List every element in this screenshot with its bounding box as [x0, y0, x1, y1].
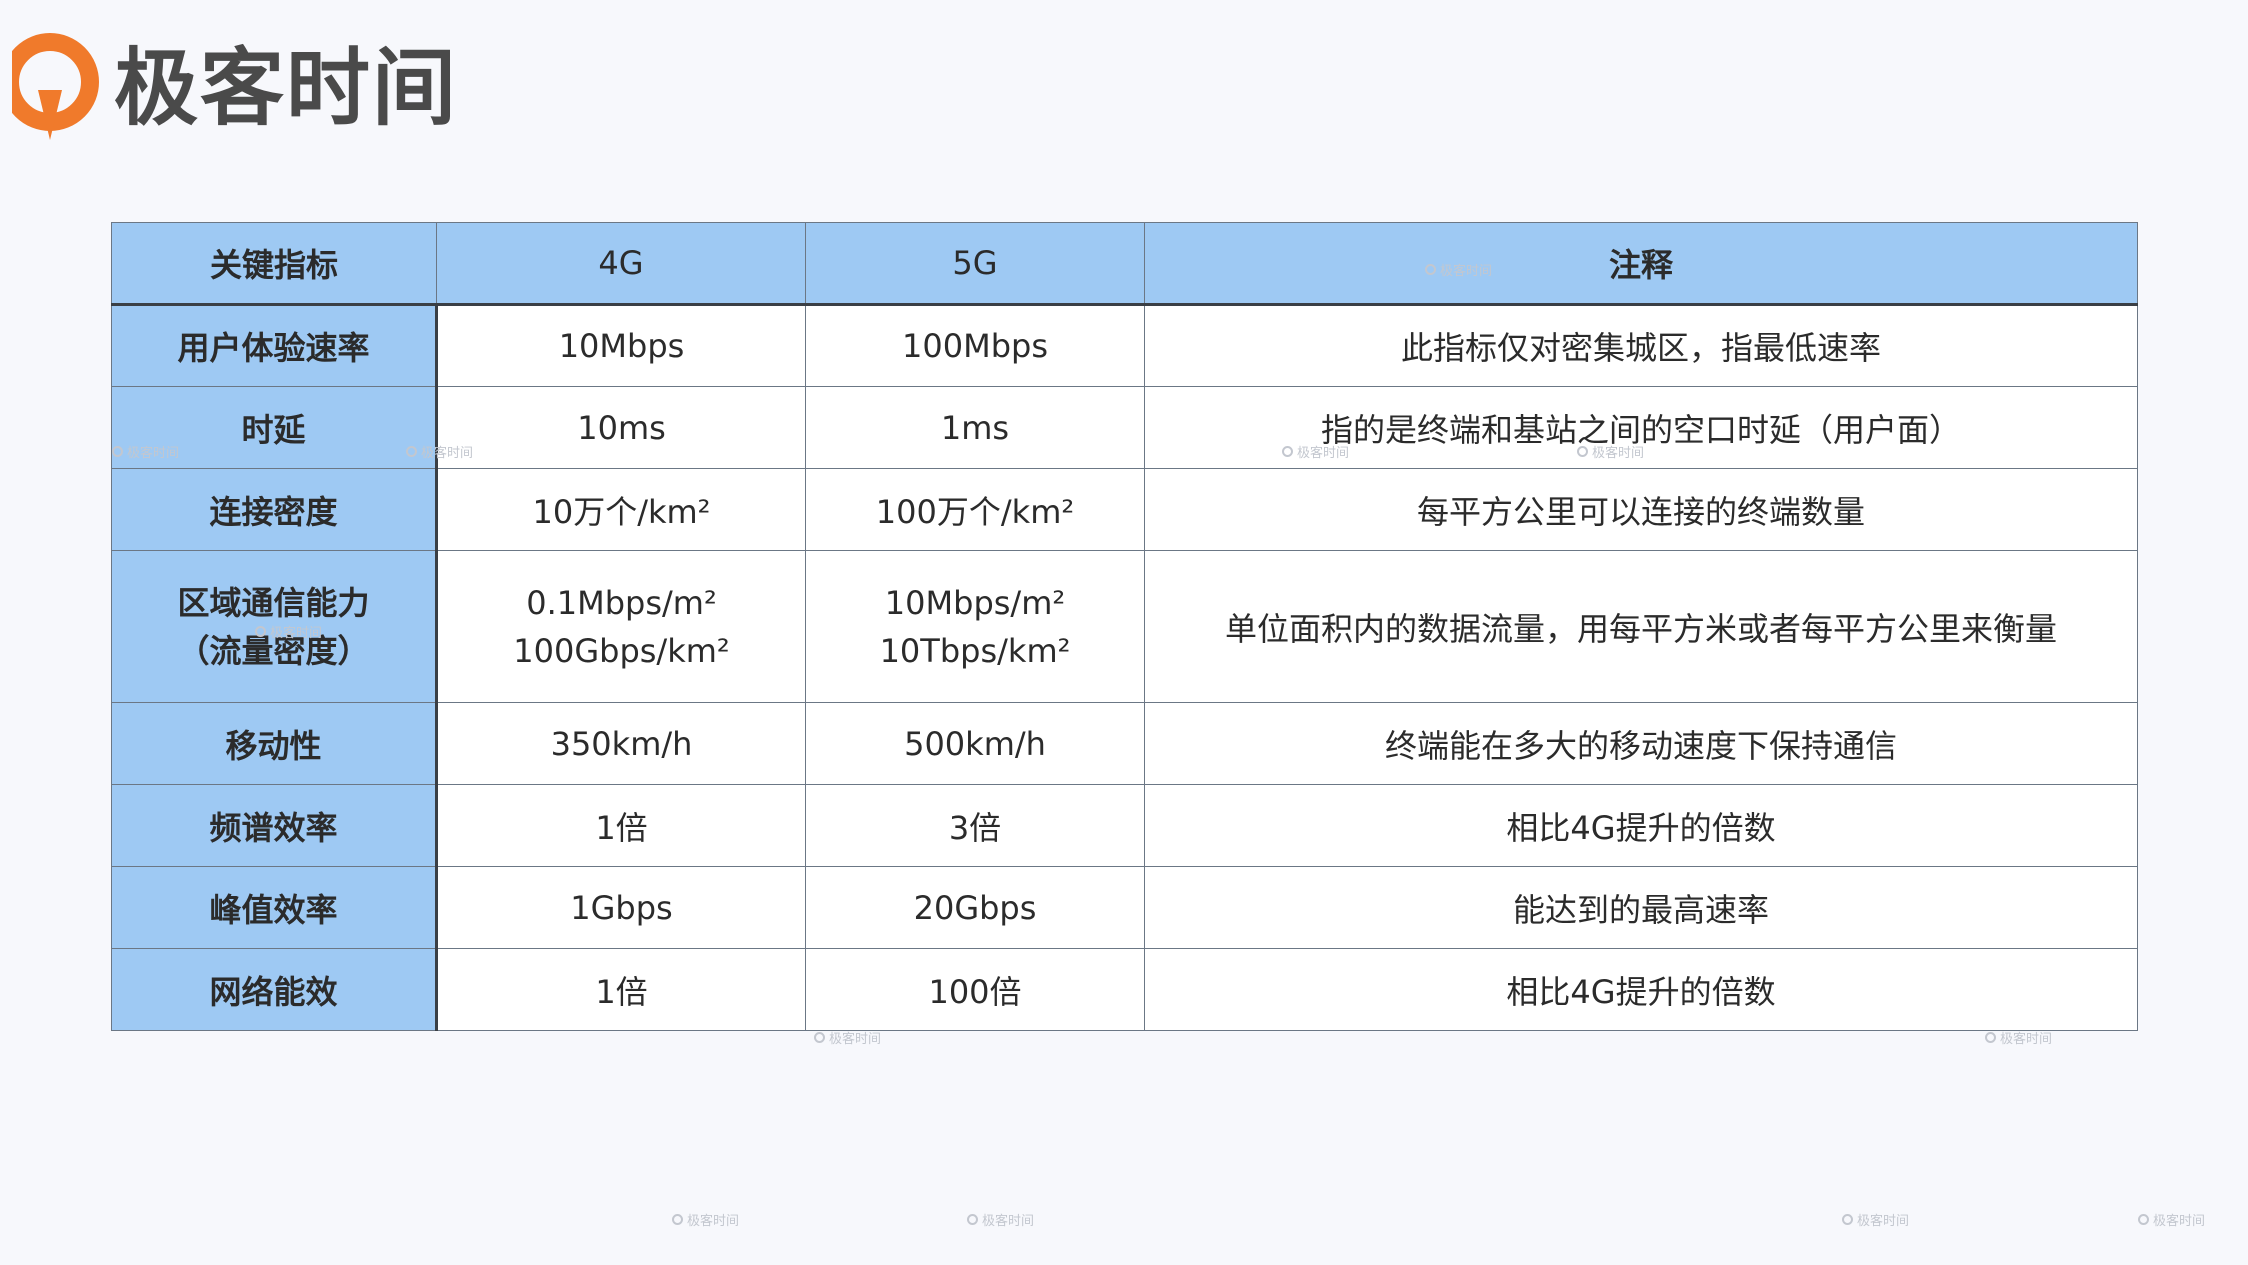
watermark: 极客时间 — [2138, 1210, 2205, 1229]
value-4g-cell: 0.1Mbps/m² 100Gbps/km² — [436, 550, 806, 703]
metric-line: （流量密度） — [177, 631, 370, 670]
metric-cell: 频谱效率 — [111, 784, 438, 867]
header-4g: 4G — [436, 222, 806, 306]
metric-cell: 移动性 — [111, 702, 438, 785]
value-5g-cell: 10Mbps/m² 10Tbps/km² — [805, 550, 1145, 703]
metric-cell: 网络能效 — [111, 948, 438, 1031]
brand-logo: 极客时间 — [0, 30, 458, 145]
watermark-icon — [1842, 1214, 1853, 1225]
geektime-logo-icon — [0, 30, 99, 145]
value-4g-cell: 1倍 — [436, 948, 806, 1031]
table-row: 频谱效率 1倍 3倍 相比4G提升的倍数 — [111, 784, 2138, 867]
table-row: 移动性 350km/h 500km/h 终端能在多大的移动速度下保持通信 — [111, 702, 2138, 785]
header-metric: 关键指标 — [111, 222, 437, 306]
metric-cell: 时延 — [111, 386, 438, 469]
note-cell: 相比4G提升的倍数 — [1144, 948, 2138, 1031]
value-5g-cell: 100万个/km² — [805, 468, 1145, 551]
watermark-icon — [1985, 1032, 1996, 1043]
table-row: 用户体验速率 10Mbps 100Mbps 此指标仅对密集城区，指最低速率 — [111, 304, 2138, 387]
watermark-icon — [672, 1214, 683, 1225]
metric-line: 区域通信能力 — [177, 583, 370, 622]
watermark: 极客时间 — [967, 1210, 1034, 1229]
table-row: 峰值效率 1Gbps 20Gbps 能达到的最高速率 — [111, 866, 2138, 949]
table-row: 区域通信能力 （流量密度） 0.1Mbps/m² 100Gbps/km² 10M… — [111, 550, 2138, 703]
metric-cell: 用户体验速率 — [111, 304, 438, 387]
metric-cell: 峰值效率 — [111, 866, 438, 949]
value-5g-cell: 500km/h — [805, 702, 1145, 785]
value-line: 10Mbps/m² — [884, 583, 1066, 622]
watermark: 极客时间 — [672, 1210, 739, 1229]
table-row: 网络能效 1倍 100倍 相比4G提升的倍数 — [111, 948, 2138, 1031]
note-cell: 能达到的最高速率 — [1144, 866, 2138, 949]
value-4g-cell: 10Mbps — [436, 304, 806, 387]
brand-name: 极客时间 — [114, 38, 459, 137]
watermark-icon — [967, 1214, 978, 1225]
value-4g-cell: 1Gbps — [436, 866, 806, 949]
value-4g-cell: 10万个/km² — [436, 468, 806, 551]
comparison-table: 关键指标 4G 5G 注释 用户体验速率 10Mbps 100Mbps 此指标仅… — [111, 222, 2138, 1031]
metric-cell: 连接密度 — [111, 468, 438, 551]
note-cell: 指的是终端和基站之间的空口时延（用户面） — [1144, 386, 2138, 469]
watermark-icon — [2138, 1214, 2149, 1225]
value-4g-cell: 1倍 — [436, 784, 806, 867]
value-5g-cell: 3倍 — [805, 784, 1145, 867]
value-5g-cell: 100倍 — [805, 948, 1145, 1031]
table-row: 连接密度 10万个/km² 100万个/km² 每平方公里可以连接的终端数量 — [111, 468, 2138, 551]
value-5g-cell: 1ms — [805, 386, 1145, 469]
table-header-row: 关键指标 4G 5G 注释 — [111, 222, 2138, 306]
value-line: 10Tbps/km² — [879, 631, 1071, 670]
watermark-icon — [814, 1032, 825, 1043]
note-cell: 相比4G提升的倍数 — [1144, 784, 2138, 867]
value-4g-cell: 10ms — [436, 386, 806, 469]
value-4g-cell: 350km/h — [436, 702, 806, 785]
table-row: 时延 10ms 1ms 指的是终端和基站之间的空口时延（用户面） — [111, 386, 2138, 469]
note-cell: 此指标仅对密集城区，指最低速率 — [1144, 304, 2138, 387]
header-note: 注释 — [1144, 222, 2138, 306]
note-cell: 每平方公里可以连接的终端数量 — [1144, 468, 2138, 551]
header-5g: 5G — [805, 222, 1145, 306]
value-line: 100Gbps/km² — [513, 631, 730, 670]
metric-cell: 区域通信能力 （流量密度） — [111, 550, 438, 703]
note-cell: 终端能在多大的移动速度下保持通信 — [1144, 702, 2138, 785]
watermark: 极客时间 — [1842, 1210, 1909, 1229]
note-cell: 单位面积内的数据流量，用每平方米或者每平方公里来衡量 — [1144, 550, 2138, 703]
value-5g-cell: 100Mbps — [805, 304, 1145, 387]
value-line: 0.1Mbps/m² — [526, 583, 717, 622]
value-5g-cell: 20Gbps — [805, 866, 1145, 949]
